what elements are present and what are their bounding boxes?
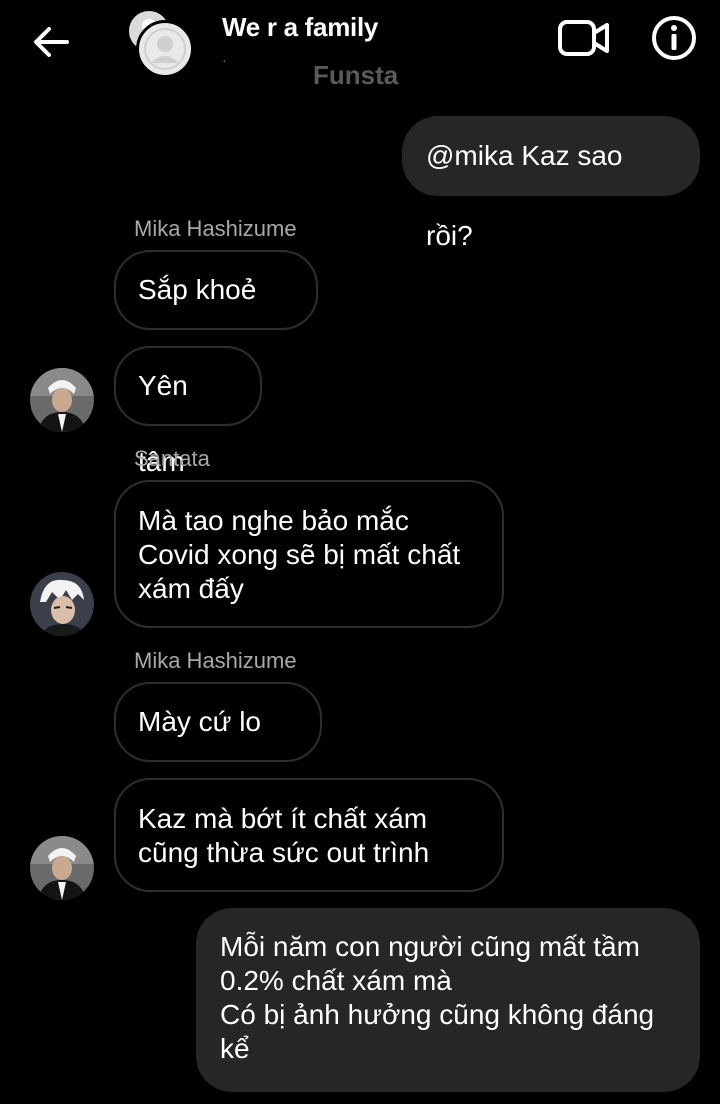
message-bubble-outgoing[interactable]: Mỗi năm con người cũng mất tầm 0.2% chất…: [196, 908, 700, 1092]
back-button[interactable]: [30, 22, 72, 62]
chat-title[interactable]: We r a family: [222, 12, 378, 43]
sender-name: Santata: [134, 446, 210, 471]
sender-name: Mika Hashizume: [134, 648, 297, 673]
group-avatar[interactable]: [124, 8, 196, 78]
video-call-button[interactable]: [556, 16, 612, 60]
group-avatar-front: [136, 20, 194, 78]
chat-screen: We r a family · Funsta @mika Kaz sao rồi…: [0, 0, 720, 1104]
avatar[interactable]: [30, 368, 94, 432]
arrow-left-icon: [34, 27, 69, 57]
avatar[interactable]: [30, 572, 94, 636]
video-camera-icon: [558, 20, 609, 56]
avatar[interactable]: [30, 836, 94, 900]
message-bubble-incoming[interactable]: Mà tao nghe bảo mắc Covid xong sẽ bị mất…: [114, 480, 504, 628]
header-dot: ·: [222, 52, 227, 68]
message-bubble-incoming[interactable]: Mày cứ lo xa: [114, 682, 322, 813]
message-bubble-outgoing[interactable]: @mika Kaz sao rồi?: [402, 116, 700, 251]
message-bubble-incoming[interactable]: Yên tâm: [114, 346, 262, 477]
sender-name: Mika Hashizume: [134, 216, 297, 241]
info-icon: [652, 16, 696, 60]
message-bubble-incoming[interactable]: Kaz mà bớt ít chất xám cũng thừa sức out…: [114, 778, 504, 892]
info-button[interactable]: [650, 14, 698, 62]
message-bubble-incoming[interactable]: Sắp khoẻ rồi: [114, 250, 318, 381]
chat-subtitle: Funsta: [313, 60, 399, 90]
